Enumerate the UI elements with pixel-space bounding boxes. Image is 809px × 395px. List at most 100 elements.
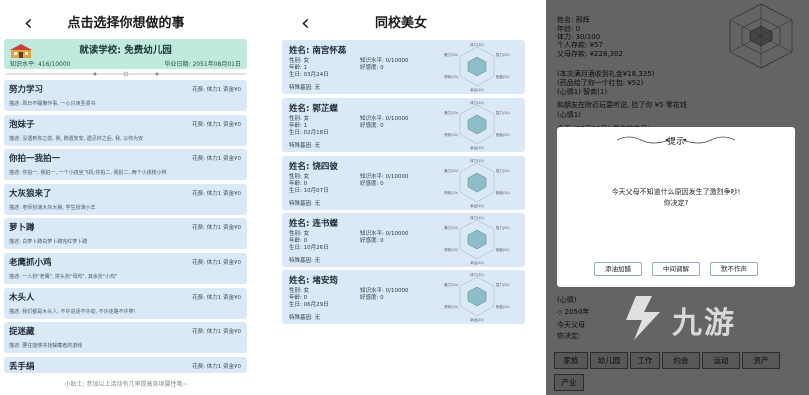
classmate-special-gene: 特殊基因: 无 (289, 201, 321, 207)
activity-item[interactable]: 木头人 花费: 体力1 资金¥0 描述: 我们都是木头人, 不许说话不许动, 不许走… (4, 287, 247, 319)
activity-description: 描述: 白萝卜蹲白萝卜蹲完红萝卜蹲 (9, 239, 88, 246)
activity-description: 描述: 你拍一, 我拍一, 一个小孩坐飞机;你拍二, 我拍二, 两个小孩梳小辫 (9, 170, 167, 177)
knowledge-level: 知识水平: 416/10000 (10, 61, 71, 68)
radar-label: 智力(20) (496, 225, 510, 230)
radar-label: 情商(20) (444, 304, 458, 309)
radar-label: 颜值(20) (496, 247, 510, 252)
classmate-card[interactable]: 姓名: 堵安筠 性别: 女年龄: 0 生日: 06月29日 特殊基因: 无知识水平: … (282, 270, 525, 324)
activity-cost: 花费: 体力1 资金¥0 (192, 294, 241, 301)
radar-label: 魅力(20) (444, 168, 458, 173)
attribute-radar: 体力(20) 智力(20) 颜值(20) 幸运(20) 情商(20) 魅力(20) (444, 100, 510, 150)
activity-item[interactable]: 努力学习 花费: 体力1 资金¥0 描述: 周日不睡懒作事, 一心只读圣贤书 (4, 80, 247, 111)
add-fuel-button[interactable]: 添油加醋 (594, 262, 642, 276)
activity-cost: 花费: 体力1 资金¥0 (192, 259, 241, 266)
radar-label: 魅力(20) (444, 110, 458, 115)
page-title: 点击选择你想做的事 (67, 16, 185, 31)
classmate-card[interactable]: 姓名: 饶四彼 性别: 女年龄: 0 生日: 10月07日 特殊基因: 无知识水平: … (282, 156, 525, 210)
activity-name: 萝卜蹲 (9, 223, 35, 234)
activity-name: 丢手绢 (9, 361, 35, 372)
radar-label: 体力(20) (470, 215, 484, 220)
activity-name: 大灰狼来了 (9, 188, 52, 199)
classmate-name: 姓名: 饶四彼 (289, 162, 338, 172)
classmate-affection: 好感度: 0 (360, 65, 384, 71)
event-panel: 姓名: 邢辉 年龄: 0 体力: 30/100 个人存款: ¥57 父母存款: ¥228… (546, 0, 809, 395)
radar-label: 魅力(20) (444, 52, 458, 57)
classmate-card[interactable]: 姓名: 连书蝶 性别: 女年龄: 0 生日: 10月26日 特殊基因: 无知识水平: … (282, 213, 525, 267)
classmate-name: 姓名: 堵安筠 (289, 276, 338, 286)
activity-cost: 花费: 体力1 资金¥0 (192, 190, 241, 197)
classmate-special-gene: 特殊基因: 无 (289, 315, 321, 321)
activity-name: 努力学习 (9, 85, 44, 95)
radar-label: 魅力(20) (444, 225, 458, 230)
header: ‹ 同校美女 (273, 10, 529, 38)
radar-label: 智力(20) (496, 168, 510, 173)
radar-label: 颜值(20) (496, 132, 510, 137)
classmate-birthday: 生日: 10月07日 (289, 188, 329, 194)
stay-silent-button[interactable]: 默不作声 (710, 262, 758, 276)
dialog-message-line: 今天父母不知道什么原因发生了激烈争吵! (611, 188, 741, 196)
activity-cost: 花费: 体力1 资金¥0 (192, 121, 241, 128)
dialog-message-line: 你决定? (663, 199, 689, 207)
radar-label: 情商(20) (444, 247, 458, 252)
radar-label: 幸运(20) (470, 203, 484, 208)
activity-description: 描述: 要往能够寻找躲藏者的游戏 (9, 343, 83, 350)
classmate-card[interactable]: 姓名: 南宫怀蕊 性别: 女年龄: 1 生日: 03月24日 特殊基因: 无知识水平:… (282, 40, 525, 94)
activity-item[interactable]: 萝卜蹲 花费: 体力1 资金¥0 描述: 白萝卜蹲白萝卜蹲完红萝卜蹲 (4, 218, 247, 250)
activity-item[interactable]: 老鹰抓小鸡 花费: 体力1 资金¥0 描述: 一人扮"老鹰", 拼头扮"母鸡", 其… (4, 252, 247, 284)
activity-item[interactable]: 大灰狼来了 花费: 体力1 资金¥0 描述: 老师扮演大灰大狼, 学生扮演小羊 (4, 183, 247, 215)
attribute-radar: 体力(20) 智力(20) 颜值(20) 幸运(20) 情商(20) 魅力(20) (444, 158, 510, 208)
radar-label: 魅力(20) (444, 282, 458, 287)
classmate-special-gene: 特殊基因: 无 (289, 85, 321, 91)
jiuyou-logo-icon (626, 296, 660, 340)
activity-item[interactable]: 你拍一我拍一 花费: 体力1 资金¥0 描述: 你拍一, 我拍一, 一个小孩坐飞机;… (4, 149, 247, 181)
radar-label: 幸运(20) (470, 87, 484, 92)
classmate-special-gene: 特殊基因: 无 (289, 258, 321, 264)
radar-label: 体力(20) (470, 42, 484, 47)
attribute-radar: 体力(20) 智力(20) 颜值(20) 幸运(20) 情商(20) 魅力(20) (444, 272, 510, 322)
radar-label: 幸运(20) (470, 260, 484, 265)
classmate-birthday: 生日: 03月24日 (289, 72, 329, 78)
watermark-text: 九游 (672, 306, 736, 341)
radar-label: 体力(20) (470, 100, 484, 105)
classmate-card[interactable]: 姓名: 郭芷蝶 性别: 女年龄: 1 生日: 02月18日 特殊基因: 无知识水平: … (282, 98, 525, 152)
watermark: 九游 (616, 290, 806, 350)
radar-label: 体力(20) (470, 158, 484, 163)
prompt-dialog: 提示 今天父母不知道什么原因发生了激烈争吵! 你决定? 添油加醋 中间调解 默不… (557, 127, 795, 287)
activity-description: 描述: 没遇到你之前, 我, 随遇安安, 遇见你之后, 我, 以你为安 (9, 135, 144, 142)
classmate-special-gene: 特殊基因: 无 (289, 143, 321, 149)
activity-name: 你拍一我拍一 (9, 154, 61, 165)
classmate-birthday: 生日: 02月18日 (289, 130, 329, 136)
radar-label: 颜值(20) (496, 74, 510, 79)
school-card: 就读学校: 免费幼儿园 知识水平: 416/10000 毕业日期: 2051年0… (4, 39, 247, 69)
classmate-name: 姓名: 郭芷蝶 (289, 104, 338, 114)
activity-name: 泡妹子 (9, 119, 35, 130)
activity-description: 描述: 周日不睡懒作事, 一心只读圣贤书 (9, 101, 96, 107)
radar-label: 幸运(20) (470, 317, 484, 322)
activity-cost: 花费: 体力1 资金¥0 (192, 329, 241, 336)
classmate-birthday: 生日: 10月26日 (289, 245, 329, 251)
dialog-message: 今天父母不知道什么原因发生了激烈争吵! 你决定? (557, 187, 795, 209)
radar-label: 智力(20) (496, 52, 510, 57)
activity-list: 努力学习 花费: 体力1 资金¥0 描述: 周日不睡懒作事, 一心只读圣贤书 泡妹子花… (4, 80, 247, 376)
activity-item[interactable]: 丢手绢 花费: 体力1 资金¥0 (4, 356, 247, 373)
activity-description: 描述: 我们都是木头人, 不许说话不许动, 不许走路不许笑! (9, 308, 136, 315)
classmate-affection: 好感度: 0 (360, 123, 384, 129)
activity-cost: 花费: 体力1 资金¥0 (192, 87, 241, 93)
radar-label: 颜值(20) (496, 304, 510, 309)
activity-panel: ‹ 点击选择你想做的事 就读学校: 免费幼儿园 知识水平: 416/10000 … (0, 0, 252, 395)
classmate-affection: 好感度: 0 (360, 181, 384, 187)
page-title: 同校美女 (374, 16, 427, 31)
dialog-title: 提示 (667, 137, 685, 147)
activity-item[interactable]: 泡妹子 花费: 体力1 资金¥0 描述: 没遇到你之前, 我, 随遇安安, 遇见你之… (4, 114, 247, 146)
radar-label: 情商(20) (444, 190, 458, 195)
ornament-divider (6, 71, 246, 77)
radar-label: 幸运(20) (470, 145, 484, 150)
classmate-name: 姓名: 南宫怀蕊 (289, 46, 347, 56)
radar-label: 体力(20) (470, 272, 484, 277)
mediate-button[interactable]: 中间调解 (652, 262, 700, 276)
attribute-radar: 体力(20) 智力(20) 颜值(20) 幸运(20) 情商(20) 魅力(20) (444, 42, 510, 92)
classmate-affection: 好感度: 0 (360, 238, 384, 244)
classmate-name: 姓名: 连书蝶 (289, 219, 338, 229)
activity-item[interactable]: 捉迷藏 花费: 体力1 资金¥0 描述: 要往能够寻找躲藏者的游戏 (4, 322, 247, 354)
activity-cost: 花费: 体力1 资金¥0 (192, 225, 241, 232)
